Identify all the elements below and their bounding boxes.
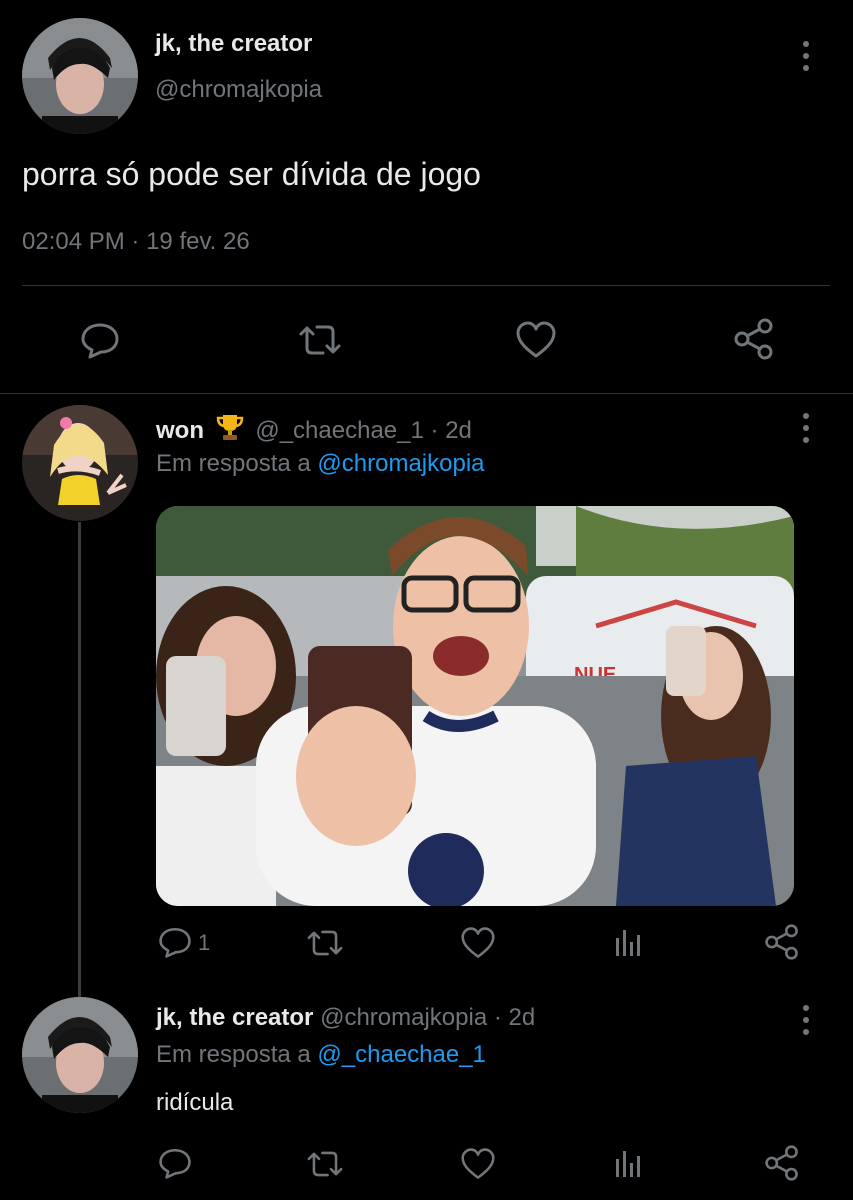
avatar[interactable]: [22, 18, 138, 134]
separator: ·: [430, 417, 439, 444]
reply-context: Em resposta a @_chaechae_1: [156, 1041, 486, 1069]
reply-icon[interactable]: [158, 1146, 192, 1180]
reply-icon[interactable]: [158, 925, 192, 959]
separator: ·: [493, 1004, 502, 1031]
reply-icon[interactable]: [80, 320, 120, 360]
tweet-timestamp: 02:04 PM · 19 fev. 26: [22, 228, 250, 256]
share-icon[interactable]: [733, 318, 775, 360]
share-icon[interactable]: [764, 924, 800, 960]
reply-age: 2d: [508, 1004, 536, 1031]
tweet-time: 02:04 PM: [22, 228, 125, 255]
reply-header: won @_chaechae_1 · 2d: [156, 412, 472, 445]
tweet-media[interactable]: NUE: [156, 506, 794, 906]
display-name[interactable]: jk, the creator: [156, 1004, 313, 1031]
more-options-icon[interactable]: [800, 1004, 812, 1036]
retweet-icon[interactable]: [297, 320, 343, 360]
more-options-icon[interactable]: [800, 412, 812, 444]
retweet-icon[interactable]: [305, 1147, 345, 1181]
display-name[interactable]: jk, the creator: [155, 30, 312, 58]
avatar[interactable]: [22, 997, 138, 1113]
thread-line: [78, 522, 81, 1000]
reply-context: Em resposta a @chromajkopia: [156, 450, 485, 478]
display-name[interactable]: won: [156, 417, 204, 444]
like-icon[interactable]: [515, 320, 557, 360]
retweet-icon[interactable]: [305, 926, 345, 960]
avatar[interactable]: [22, 405, 138, 521]
share-icon[interactable]: [764, 1145, 800, 1181]
reply-header: jk, the creator @chromajkopia · 2d: [156, 1004, 535, 1032]
reply-to-link[interactable]: @chromajkopia: [317, 450, 484, 477]
handle[interactable]: @_chaechae_1: [255, 417, 424, 444]
analytics-icon[interactable]: [614, 926, 644, 958]
divider: [22, 285, 830, 286]
more-options-icon[interactable]: [800, 40, 812, 72]
reply-count: 1: [198, 930, 211, 955]
tweet-date: 19 fev. 26: [146, 228, 250, 255]
reply-to-link[interactable]: @_chaechae_1: [317, 1041, 486, 1068]
handle[interactable]: @chromajkopia: [320, 1004, 487, 1031]
like-icon[interactable]: [460, 1147, 496, 1181]
like-icon[interactable]: [460, 926, 496, 960]
reply-to-prefix: Em resposta a: [156, 450, 311, 477]
reply-to-prefix: Em resposta a: [156, 1041, 311, 1068]
tweet-text: ridícula: [156, 1089, 234, 1116]
tweet-text: porra só pode ser dívida de jogo: [22, 156, 481, 192]
divider: [0, 393, 853, 394]
reply-age: 2d: [445, 417, 472, 444]
separator: ·: [131, 228, 140, 255]
trophy-icon: [215, 412, 245, 442]
analytics-icon[interactable]: [614, 1147, 644, 1179]
handle[interactable]: @chromajkopia: [155, 76, 322, 104]
